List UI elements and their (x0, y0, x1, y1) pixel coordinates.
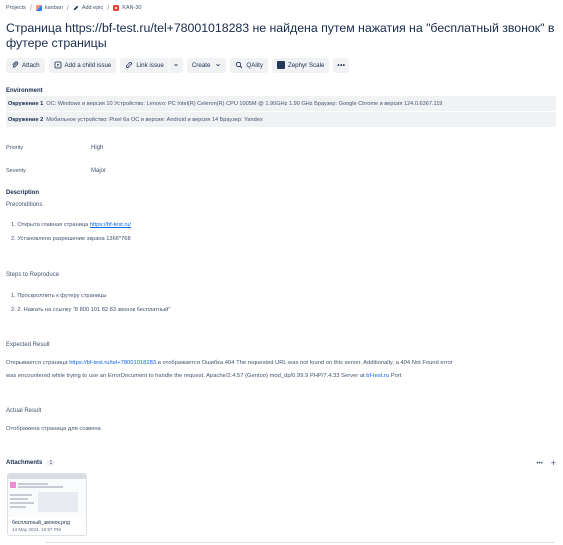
add-attachment-icon[interactable]: + (551, 458, 556, 470)
environment-2-text: Мобильное устройство: Pixel 6a ОС и верс… (46, 116, 263, 123)
expected-mid: и отображается Ошибка 404 The requested … (157, 360, 453, 366)
step-1-text: 1. Проскроллить к футеру страницы (11, 293, 107, 299)
issue-toolbar: Attach Add a child issue Link issue Crea… (6, 57, 350, 73)
actual-result-heading: Actual Result (6, 408, 42, 414)
severity-value[interactable]: Major (91, 168, 106, 174)
link-issue-label: Link issue (136, 61, 164, 69)
issue-title[interactable]: Страница https://bf-test.ru/tel+78001018… (6, 21, 556, 50)
expected-result-text: Открывается страница https://bf-test.ru/… (6, 358, 558, 381)
attachment-date: 14 May 2024, 10:57 PM (12, 527, 61, 532)
more-dots-icon: ••• (337, 61, 346, 69)
precondition-1-text: 1. Открыта главная страница (11, 222, 90, 228)
thumb-line (18, 483, 48, 485)
steps-heading: Steps to Reproduce (6, 272, 60, 278)
menu-dots-icon[interactable]: ••• (536, 458, 542, 470)
list-item: 1. Открыта главная страница https://bf-t… (11, 220, 131, 234)
child-issue-icon (54, 61, 61, 69)
link-issue-dropdown[interactable] (169, 57, 183, 73)
create-label: Create (191, 61, 211, 69)
zephyr-scale-button[interactable]: Zephyr Scale (271, 57, 330, 73)
expected-line-1: Открывается страница https://bf-test.ru/… (6, 358, 558, 369)
expected-link-2[interactable]: bf-test.ru (366, 373, 389, 379)
attachment-thumbnail (8, 474, 86, 517)
expected-link[interactable]: https://bf-test.ru/tel+78001018283. (69, 360, 157, 366)
breadcrumb-kanban[interactable]: kanban (45, 5, 63, 11)
thumb-line (10, 498, 28, 500)
list-item: 1. Проскроллить к футеру страницы (11, 291, 170, 305)
expected-prefix: Открывается страница (6, 360, 70, 366)
priority-label: Priority (6, 145, 24, 151)
environment-2-label: Окружение 2 (8, 116, 44, 123)
create-dropdown-button[interactable]: Create (186, 57, 227, 73)
list-item: 2. 2. Нажать на ссылку "8 800 101 82 83 … (11, 305, 170, 319)
thumb-line (10, 506, 26, 508)
zephyr-logo-icon (276, 61, 285, 69)
more-actions-button[interactable]: ••• (333, 57, 350, 73)
preconditions-heading: Preconditions (6, 202, 43, 208)
epic-pencil-icon (73, 5, 79, 11)
kanban-project-icon (35, 5, 42, 11)
bug-icon (113, 5, 120, 11)
attachment-card[interactable]: бесплатный_звонок.png 14 May 2024, 10:57… (7, 473, 87, 536)
expected-tail: Port (389, 372, 402, 379)
environment-row-2: Окружение 2 Мобильное устройство: Pixel … (6, 112, 556, 127)
environment-row-1: Окружение 1 ОС: Windows и версия 10 Устр… (6, 96, 556, 111)
expected-result-heading: Expected Result (6, 342, 50, 348)
link-icon (126, 62, 133, 68)
actual-result-text: Отображена страница для созвона (6, 426, 101, 432)
environment-1-label: Окружение 1 (8, 100, 44, 107)
steps-list: 1. Проскроллить к футеру страницы 2. 2. … (11, 291, 170, 319)
breadcrumb-epic[interactable]: Add epic (82, 5, 103, 11)
link-issue-button[interactable]: Link issue (120, 57, 169, 73)
breadcrumb-separator: / (107, 4, 110, 12)
divider (45, 542, 555, 543)
breadcrumb-separator: / (66, 4, 69, 12)
thumb-logo (10, 482, 16, 488)
chevron-down-icon (216, 63, 221, 67)
expected-line-2: was encountered while trying to use an E… (6, 371, 558, 382)
paperclip-icon (12, 61, 19, 68)
severity-label: Severity (6, 168, 26, 174)
qality-label: QAlity (246, 61, 263, 69)
breadcrumb-issue-key[interactable]: KAN-30 (122, 5, 141, 11)
attach-label: Attach (22, 61, 40, 69)
qality-search-icon (236, 61, 243, 69)
attachments-actions: ••• + (536, 458, 556, 470)
environment-heading: Environment (6, 88, 43, 94)
precondition-1-link[interactable]: https://bf-test.ru/ (90, 222, 131, 228)
expected-line-2-text: was encountered while trying to use an E… (6, 372, 367, 379)
thumb-block (38, 492, 78, 512)
chevron-down-icon (174, 63, 179, 67)
list-item: 2. Установлено разрешение экрана 1366*76… (11, 234, 131, 248)
step-2-text: 2. 2. Нажать на ссылку "8 800 101 82 83 … (11, 307, 171, 313)
attachments-header: Attachments 1 (6, 460, 56, 466)
preconditions-list: 1. Открыта главная страница https://bf-t… (11, 220, 131, 248)
zephyr-label: Zephyr Scale (287, 61, 325, 69)
precondition-2-text: 2. Установлено разрешение экрана 1366*76… (11, 236, 131, 242)
breadcrumb-projects[interactable]: Projects (6, 5, 26, 11)
qality-button[interactable]: QAlity (230, 57, 268, 73)
thumb-line (10, 502, 34, 504)
add-child-issue-button[interactable]: Add a child issue (48, 57, 117, 73)
thumb-line (18, 486, 63, 488)
link-issue-split-button: Link issue (120, 57, 183, 73)
attach-button[interactable]: Attach (6, 57, 45, 73)
attachments-count-badge: 1 (46, 460, 56, 466)
description-heading: Description (6, 190, 40, 196)
priority-value[interactable]: High (91, 145, 103, 151)
breadcrumb: Projects / kanban / Add epic / KAN-30 (6, 3, 141, 13)
breadcrumb-separator: / (29, 4, 32, 12)
add-child-label: Add a child issue (64, 61, 112, 69)
attachment-file-name: бесплатный_звонок.png (12, 520, 70, 526)
thumb-line (10, 494, 32, 496)
environment-1-text: ОС: Windows и версия 10 Устройство: Leno… (46, 100, 443, 107)
attachments-heading: Attachments (6, 460, 43, 466)
thumb-header (8, 474, 86, 479)
